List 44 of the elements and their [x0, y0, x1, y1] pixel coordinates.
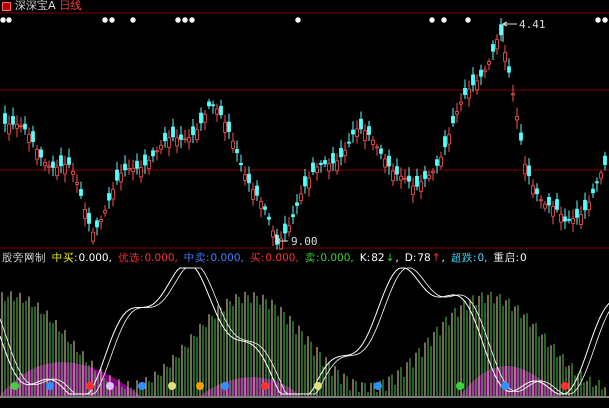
signal-dot-icon — [11, 382, 19, 390]
signal-dot-icon — [168, 382, 176, 390]
signal-dot-icon — [561, 382, 569, 390]
signal-dot-icon — [261, 382, 269, 390]
trend-arrow: ↑ — [432, 252, 441, 264]
signal-dot-icon — [501, 382, 509, 390]
low-price-label: 9.00 — [291, 235, 318, 248]
signal-dot-icon — [314, 382, 322, 390]
indicator-label: 中买: — [52, 251, 78, 265]
signal-dot-icon — [86, 382, 94, 390]
indicator-value: 0, — [477, 252, 488, 264]
leader-line — [276, 234, 288, 244]
indicator-value: , — [395, 252, 399, 264]
indicator-label: 超跌: — [450, 251, 476, 265]
leader-line — [502, 22, 518, 42]
indicator-label: 中卖: — [184, 251, 210, 265]
indicator-value: 0.000, — [320, 252, 354, 264]
menu-icon[interactable] — [2, 2, 11, 10]
indicator-label: 优选: — [118, 251, 144, 265]
high-price-label: 4.41 — [519, 18, 546, 31]
indicator-value: 78 — [417, 252, 431, 264]
indicator-value: 0.000, — [144, 252, 178, 264]
indicator-label: K: — [360, 252, 370, 264]
signal-dot-icon — [196, 382, 204, 390]
stock-name: 深深宝A — [15, 0, 56, 12]
indicator-label: 重启: — [493, 251, 520, 265]
indicator-label: 卖: — [304, 251, 320, 265]
indicator-value: 0.000, — [210, 252, 244, 264]
indicator-value: , — [442, 252, 445, 264]
indicator-value: 0.000, — [265, 252, 299, 264]
signal-dot-icon — [456, 382, 464, 390]
signal-dot-icon — [138, 382, 146, 390]
indicator-value: 82 — [371, 252, 385, 264]
signal-dot-icon — [221, 382, 229, 390]
signal-dot-icon — [46, 382, 54, 390]
signal-dot-icon — [106, 382, 114, 390]
trend-arrow: ↓ — [386, 252, 394, 264]
indicator-name: 股旁网制 — [2, 251, 46, 265]
indicator-label: 买: — [250, 251, 264, 265]
indicator-label: D: — [404, 252, 416, 264]
signal-dot-icon — [374, 382, 382, 390]
indicator-value: 0 — [520, 252, 527, 264]
period-label[interactable]: 日线 — [60, 0, 82, 12]
indicator-value: 0.000, — [78, 252, 112, 264]
